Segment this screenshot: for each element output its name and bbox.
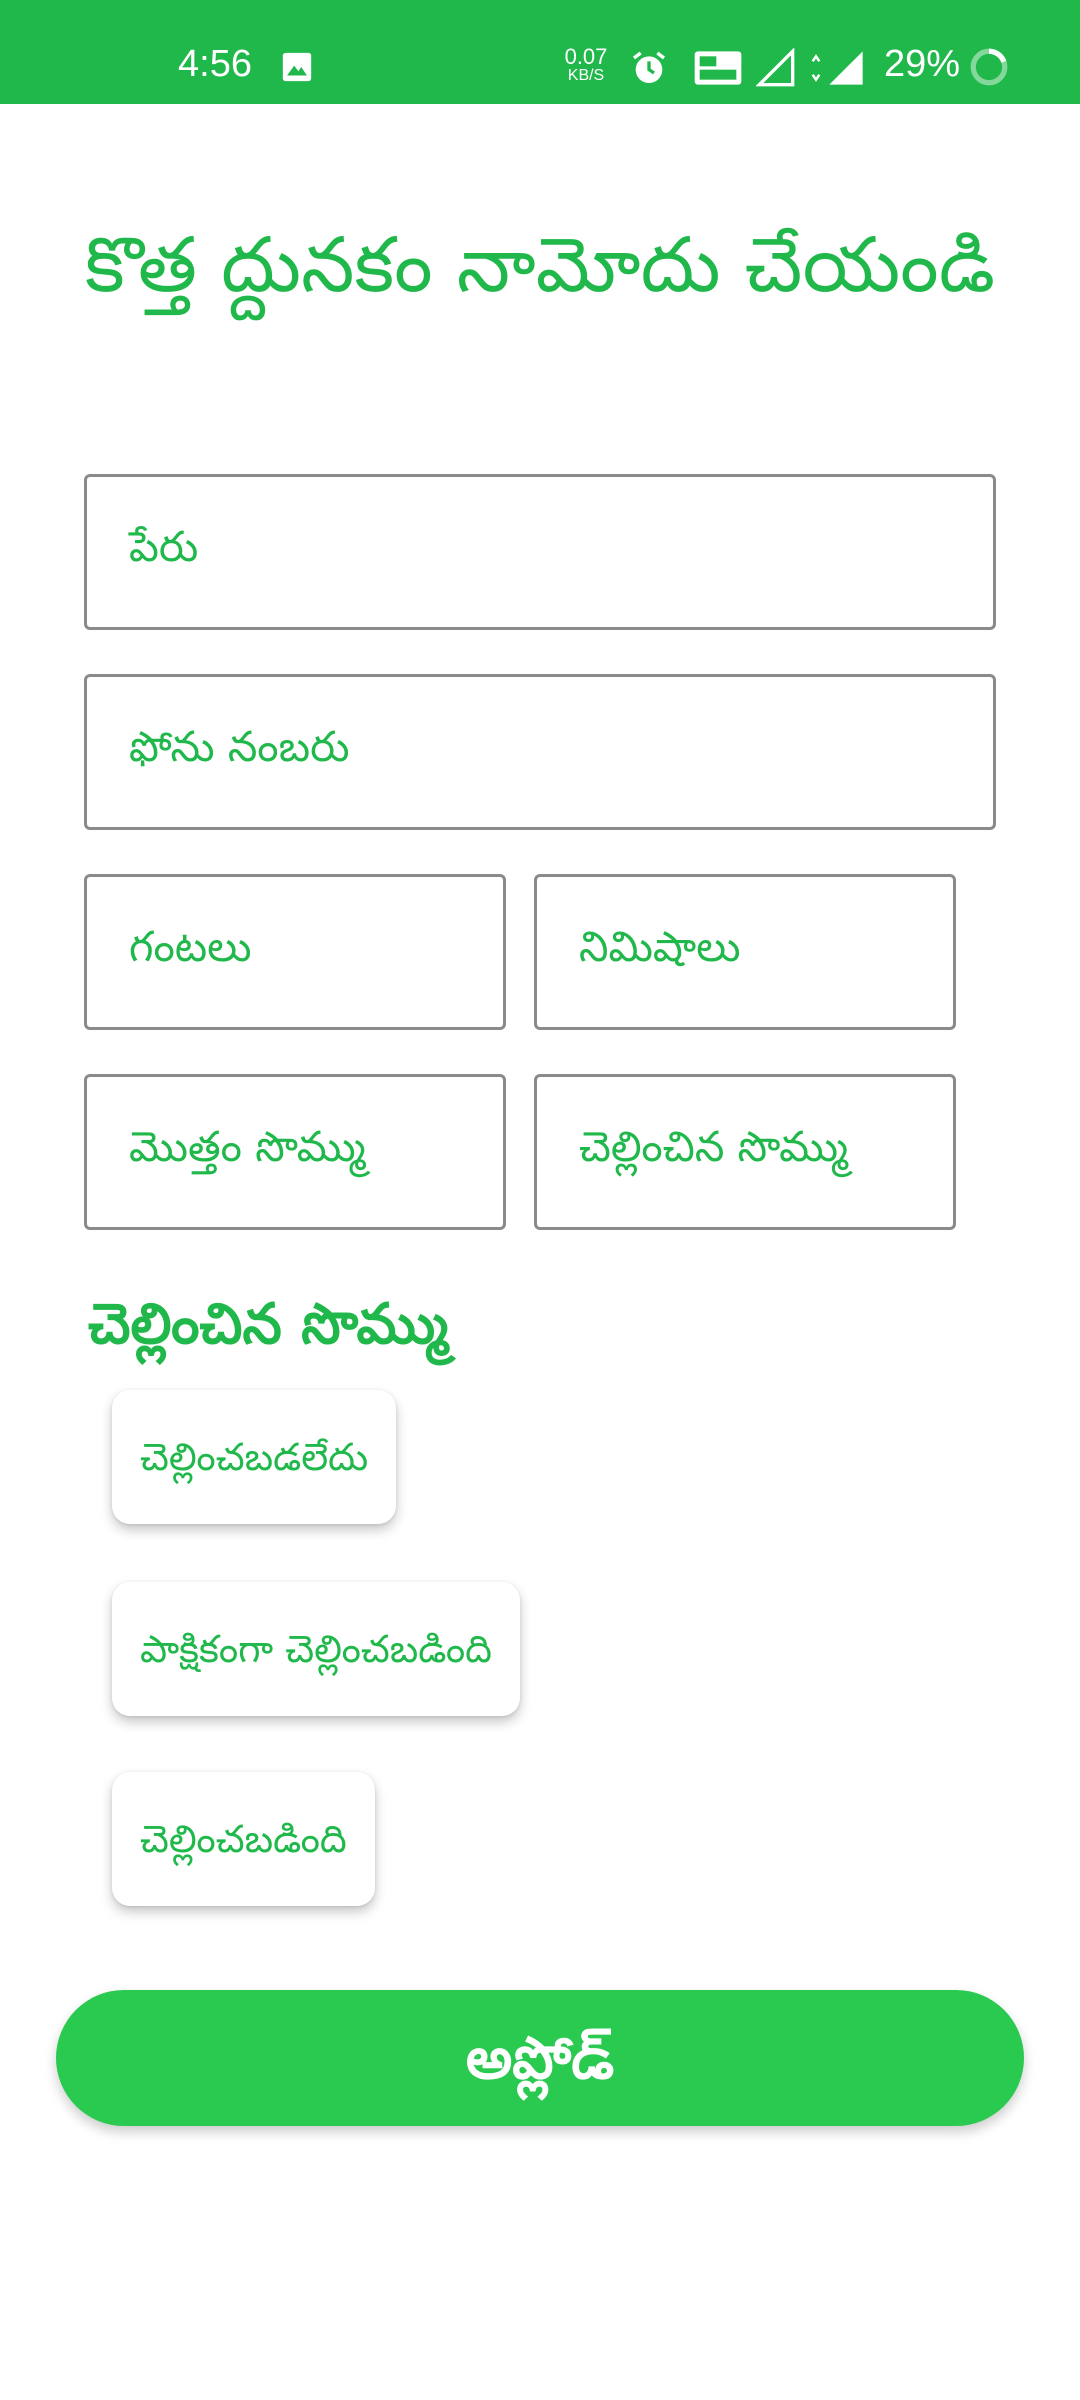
- paid-amount-input[interactable]: చెల్లించిన సొమ్ము: [534, 1074, 956, 1230]
- battery-ring-icon: [970, 48, 1008, 86]
- hours-input[interactable]: గంటలు: [84, 874, 506, 1030]
- minutes-placeholder: నిమిషాలు: [579, 922, 741, 971]
- page-title: కొత్త ద్దునకం నామోదు చేయండి: [85, 220, 995, 309]
- not-paid-option[interactable]: చెల్లించబడలేదు: [112, 1390, 397, 1524]
- phone-input[interactable]: ఫోను నంబరు: [84, 674, 996, 830]
- hours-placeholder: గంటలు: [129, 922, 252, 971]
- paid-option[interactable]: చెల్లించబడింది: [112, 1772, 375, 1906]
- signal-icon: [756, 48, 795, 87]
- signal-4g-icon: [811, 51, 863, 85]
- partially-paid-option[interactable]: పాక్షికంగా చెల్లించబడింది: [112, 1582, 520, 1716]
- network-speed: 0.07 KB/S: [560, 46, 612, 84]
- minutes-input[interactable]: నిమిషాలు: [534, 874, 956, 1030]
- upload-button[interactable]: అప్లోడ్: [56, 1990, 1024, 2126]
- total-amount-placeholder: మొత్తం సొమ్ము: [129, 1122, 366, 1171]
- volte-icon: [694, 51, 742, 85]
- name-placeholder: పేరు: [129, 522, 199, 571]
- name-input[interactable]: పేరు: [84, 474, 996, 630]
- status-bar: 4:56 0.07 KB/S 29%: [0, 0, 1080, 104]
- total-amount-input[interactable]: మొత్తం సొమ్ము: [84, 1074, 506, 1230]
- status-time: 4:56: [178, 43, 252, 85]
- payment-status-label: చెల్లించిన సొమ్ము: [88, 1292, 449, 1357]
- network-speed-unit: KB/S: [567, 67, 605, 84]
- battery-percent: 29%: [884, 43, 961, 85]
- phone-placeholder: ఫోను నంబరు: [129, 722, 350, 771]
- image-icon: [282, 52, 312, 82]
- alarm-icon: [633, 51, 665, 83]
- paid-amount-placeholder: చెల్లించిన సొమ్ము: [579, 1122, 848, 1171]
- network-speed-value: 0.07: [564, 44, 608, 69]
